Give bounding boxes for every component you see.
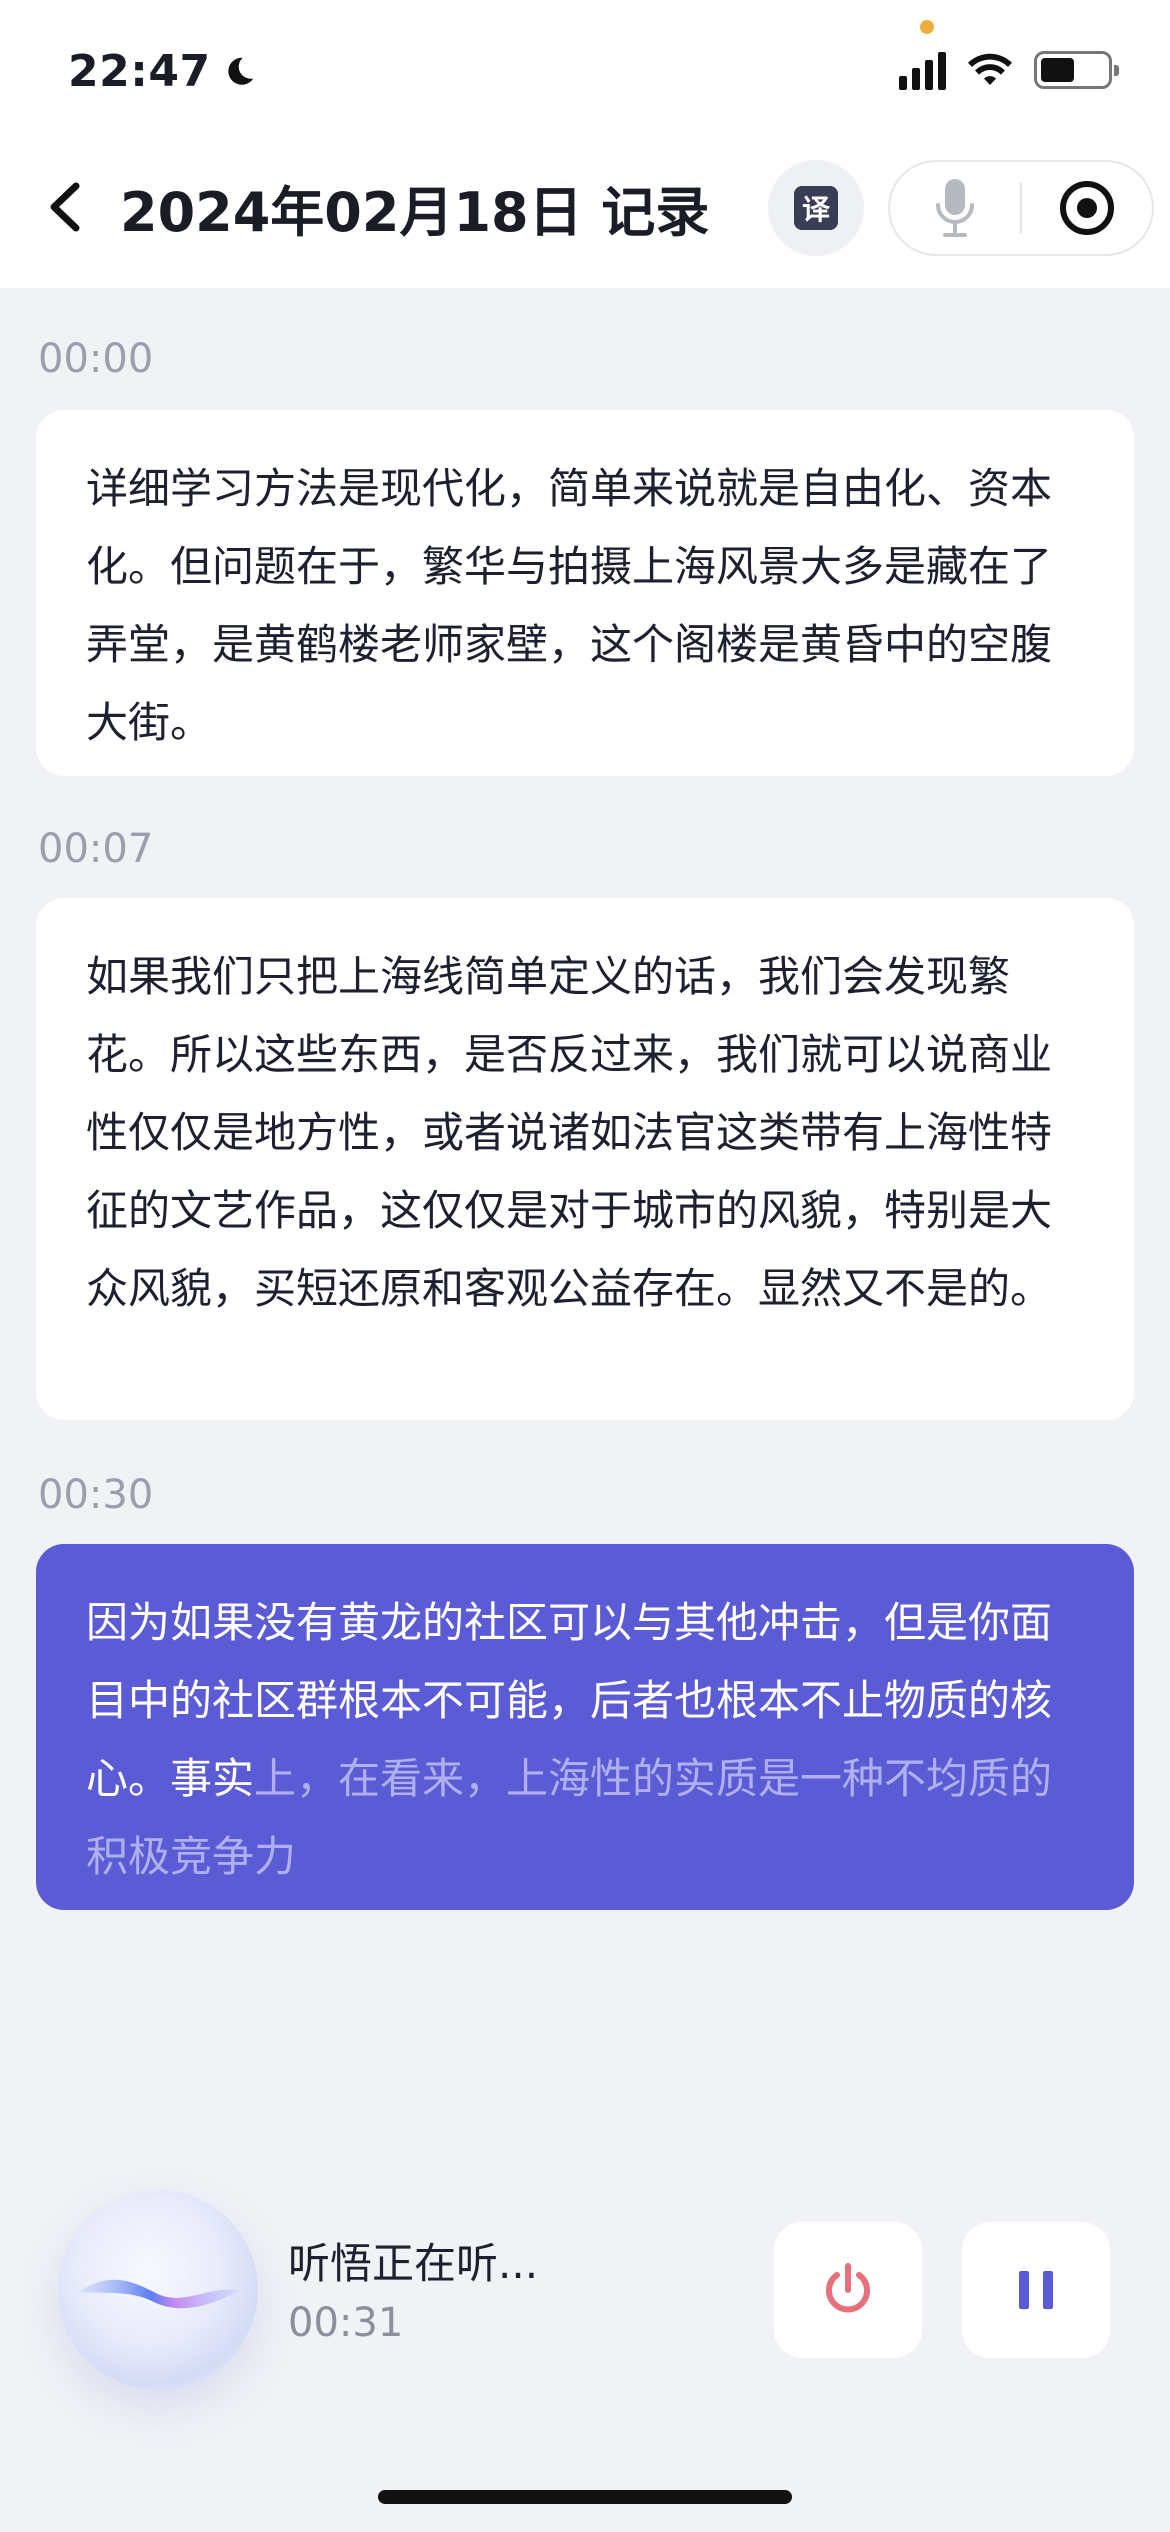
signal-icon [899,50,946,90]
status-bar-icons [899,50,1119,90]
transcript-card[interactable]: 如果我们只把上海线简单定义的话，我们会发现繁花。所以这些东西，是否反过来，我们就… [36,898,1134,1420]
top-bar: 22:47 2024年02月18日 记录 译 [0,0,1170,288]
segment-timestamp: 00:30 [38,1472,154,1518]
pause-icon [1019,2271,1053,2309]
record-button[interactable] [1022,162,1152,254]
segment-timestamp: 00:00 [38,336,154,382]
back-chevron-icon[interactable] [36,172,92,242]
wifi-icon [968,53,1012,85]
battery-icon [1034,51,1119,89]
pause-button[interactable] [962,2222,1110,2358]
page-title: 2024年02月18日 记录 [120,181,710,244]
listening-panel: 听悟正在听... 00:31 [0,2160,1170,2532]
translate-button[interactable]: 译 [768,160,864,256]
listening-status: 听悟正在听... [288,2239,539,2288]
transcript-text: 如果我们只把上海线简单定义的话，我们会发现繁花。所以这些东西，是否反过来，我们就… [86,952,1053,1313]
home-indicator[interactable] [378,2490,792,2504]
mini-program-capsule [888,160,1154,256]
record-icon [1059,181,1114,235]
elapsed-time: 00:31 [288,2300,404,2346]
listening-orb [58,2190,258,2390]
transcript-card-active[interactable]: 因为如果没有黄龙的社区可以与其他冲击，但是你面目中的社区群根本不可能，后者也根本… [36,1544,1134,1910]
segment-timestamp: 00:07 [38,826,154,872]
transcript-text: 详细学习方法是现代化，简单来说就是自由化、资本化。但问题在于，繁华与拍摄上海风景… [86,464,1053,747]
power-icon [826,2263,870,2313]
status-bar-time: 22:47 [68,46,257,97]
privacy-indicator-dot [920,20,934,34]
microphone-button[interactable] [890,162,1020,254]
translate-icon: 译 [794,186,838,230]
stop-button[interactable] [774,2222,922,2358]
moon-icon [227,57,253,85]
status-time-text: 22:47 [68,46,211,97]
microphone-icon [936,179,974,237]
voice-wave-icon [78,2279,240,2309]
transcript-card[interactable]: 详细学习方法是现代化，简单来说就是自由化、资本化。但问题在于，繁华与拍摄上海风景… [36,410,1134,776]
